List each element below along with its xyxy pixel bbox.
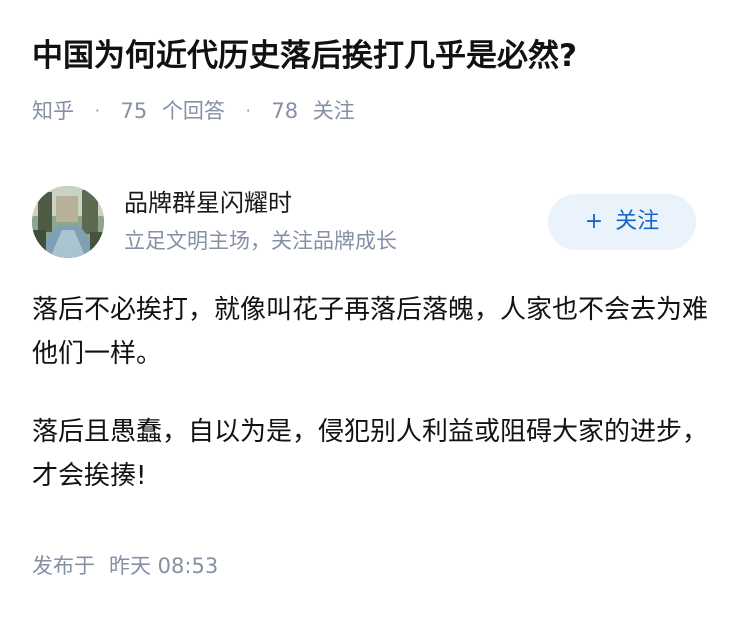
answers-label[interactable]: 个回答 bbox=[162, 99, 225, 123]
answer-paragraph: 落后不必挨打，就像叫花子再落后落魄，人家也不会去为难他们一样。 bbox=[32, 295, 709, 369]
author-bio: 立足文明主场，关注品牌成长 bbox=[124, 229, 397, 253]
author-name[interactable]: 品牌群星闪耀时 bbox=[124, 186, 292, 220]
follow-button[interactable]: + 关注 bbox=[548, 194, 696, 250]
published-label: 发布于 bbox=[32, 554, 95, 578]
question-meta: 知乎 · 75 个回答 · 78 关注 bbox=[32, 95, 355, 126]
follow-button-label: 关注 bbox=[615, 209, 660, 234]
answer-page: 中国为何近代历史落后挨打几乎是必然? 知乎 · 75 个回答 · 78 关注 品… bbox=[0, 0, 750, 618]
avatar[interactable] bbox=[32, 186, 104, 258]
answers-count: 75 bbox=[120, 99, 148, 123]
followers-label: 关注 bbox=[312, 99, 355, 123]
answer-paragraph: 落后且愚蠢，自以为是，侵犯别人利益或阻碍大家的进步，才会挨揍! bbox=[32, 417, 709, 491]
publish-info: 发布于 昨天 08:53 bbox=[32, 551, 218, 581]
meta-separator: · bbox=[94, 101, 100, 120]
published-time: 昨天 08:53 bbox=[109, 554, 219, 578]
avatar-photo-icon bbox=[32, 186, 104, 258]
source-label[interactable]: 知乎 bbox=[32, 99, 74, 123]
author-card: 品牌群星闪耀时 立足文明主场，关注品牌成长 + 关注 bbox=[32, 184, 712, 264]
meta-separator-2: · bbox=[245, 101, 251, 120]
answer-content: 落后不必挨打，就像叫花子再落后落魄，人家也不会去为难他们一样。 落后且愚蠢，自以… bbox=[32, 288, 712, 532]
followers-count: 78 bbox=[271, 99, 299, 123]
plus-icon: + bbox=[584, 209, 604, 234]
question-title[interactable]: 中国为何近代历史落后挨打几乎是必然? bbox=[32, 34, 732, 78]
